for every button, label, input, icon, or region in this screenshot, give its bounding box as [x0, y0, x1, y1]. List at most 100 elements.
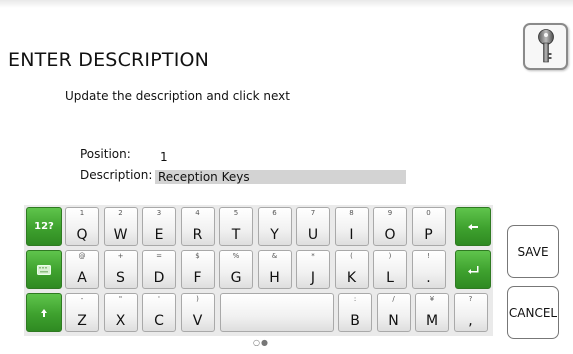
key-main-label: G — [230, 270, 242, 286]
key-v[interactable]: ) V — [180, 293, 215, 332]
key-j[interactable]: * J — [296, 250, 330, 289]
key-e[interactable]: 3E — [142, 207, 176, 246]
key-alt-label: 9 — [387, 209, 393, 217]
key-main-label: K — [346, 270, 357, 286]
space-key[interactable] — [220, 293, 334, 332]
key-alt-label: : — [353, 295, 357, 303]
keys-menu-button[interactable] — [523, 23, 568, 70]
top-bar — [0, 0, 573, 8]
key-main-label: H — [269, 270, 280, 286]
key-main-label: S — [116, 270, 125, 286]
backspace-arrow-icon — [468, 223, 478, 230]
position-label: Position: — [80, 147, 131, 161]
key-alt-label: 4 — [195, 209, 200, 217]
key-main-label: B — [350, 313, 360, 329]
key-q[interactable]: 1Q — [65, 207, 99, 246]
key-alt-label: 2 — [118, 209, 123, 217]
key-g[interactable]: % G — [219, 250, 253, 289]
key-main-label: A — [77, 270, 87, 286]
key-main-label: L — [386, 270, 394, 286]
key-alt-label: ) — [388, 252, 392, 260]
key-main-label: E — [154, 227, 164, 243]
key-alt-label: 0 — [426, 209, 431, 217]
key-main-label: C — [154, 313, 164, 329]
key-comma[interactable]: ?, — [453, 293, 488, 332]
key-main-label: P — [424, 227, 433, 243]
key-main-label: U — [307, 227, 319, 243]
key-alt-label: ) — [196, 295, 199, 303]
instructions-text: Update the description and click next — [65, 89, 290, 103]
key-main-label: . — [426, 270, 431, 286]
key-s[interactable]: + S — [103, 250, 138, 289]
key-alt-label: 5 — [233, 209, 239, 217]
key-alt-label: ' — [158, 295, 160, 303]
key-alt-label: ¥ — [429, 295, 435, 303]
backspace-key[interactable] — [455, 207, 491, 246]
keyboard-icon — [37, 264, 51, 275]
key-l[interactable]: ) L — [373, 250, 407, 289]
key-t[interactable]: 5T — [219, 207, 253, 246]
key-alt-label: ! — [427, 252, 430, 260]
on-screen-keyboard: 12? 1Q2W3E4R5T6Y7U8I9O0P @ A + S = D $ F% G & H * J(… — [24, 205, 493, 336]
key-main-label: Q — [76, 227, 88, 243]
key-x[interactable]: " X — [103, 293, 138, 332]
key-main-label: X — [115, 313, 126, 329]
key-a[interactable]: @ A — [65, 250, 99, 289]
key-i[interactable]: 8I — [334, 207, 369, 246]
key-y[interactable]: 6Y — [257, 207, 292, 246]
key-alt-label: 3 — [156, 209, 162, 217]
key-o[interactable]: 9O — [373, 207, 407, 246]
key-b[interactable]: :B — [338, 293, 372, 332]
description-label: Description: — [80, 168, 153, 182]
key-main-label: M — [425, 313, 439, 329]
cancel-button[interactable]: CANCEL — [507, 286, 559, 339]
key-alt-label: + — [117, 252, 124, 260]
key-main-label: , — [468, 313, 473, 329]
shift-key[interactable] — [26, 293, 62, 332]
shift-up-arrow-icon — [41, 308, 47, 317]
key-main-label: I — [349, 227, 354, 243]
key-c[interactable]: ' C — [142, 293, 176, 332]
key-m[interactable]: ¥ M — [415, 293, 449, 332]
key-d[interactable]: = D — [142, 250, 176, 289]
key-main-label: Z — [77, 313, 87, 329]
save-button[interactable]: SAVE — [507, 225, 559, 278]
key-main-label: Y — [270, 227, 279, 243]
key-main-label: J — [310, 270, 316, 286]
key-alt-label: " — [118, 295, 123, 303]
enter-key[interactable] — [455, 250, 491, 289]
keyboard-layout-key[interactable] — [26, 250, 62, 289]
key-main-label: F — [193, 270, 202, 286]
key-main-label: O — [384, 227, 396, 243]
key-z[interactable]: -Z — [65, 293, 99, 332]
key-w[interactable]: 2W — [103, 207, 138, 246]
numbers-toggle-key[interactable]: 12? — [26, 207, 62, 246]
key-n[interactable]: / N — [376, 293, 411, 332]
key-alt-label: - — [80, 295, 84, 303]
key-alt-label: @ — [78, 252, 86, 260]
key-icon — [537, 28, 554, 62]
key-main-label: D — [153, 270, 165, 286]
key-alt-label: 1 — [79, 209, 85, 217]
key-alt-label: & — [271, 252, 278, 260]
key-period[interactable]: !. — [411, 250, 446, 289]
numbers-toggle-label: 12? — [34, 221, 54, 232]
key-r[interactable]: 4R — [180, 207, 215, 246]
key-f[interactable]: $ F — [180, 250, 215, 289]
enter-return-icon — [468, 265, 479, 274]
key-alt-label: * — [311, 252, 315, 260]
key-alt-label: 6 — [272, 209, 277, 217]
key-alt-label: ? — [468, 295, 473, 303]
key-alt-label: $ — [195, 252, 200, 260]
description-input[interactable]: Reception Keys — [155, 170, 406, 184]
key-alt-label: 8 — [349, 209, 354, 217]
key-k[interactable]: (K — [334, 250, 369, 289]
key-u[interactable]: 7U — [296, 207, 330, 246]
key-main-label: N — [388, 313, 399, 329]
key-alt-label: 7 — [310, 209, 316, 217]
key-h[interactable]: & H — [257, 250, 292, 289]
key-alt-label: % — [232, 252, 240, 260]
key-p[interactable]: 0P — [411, 207, 446, 246]
page-title: ENTER DESCRIPTION — [8, 49, 210, 71]
key-alt-label: = — [156, 252, 162, 260]
